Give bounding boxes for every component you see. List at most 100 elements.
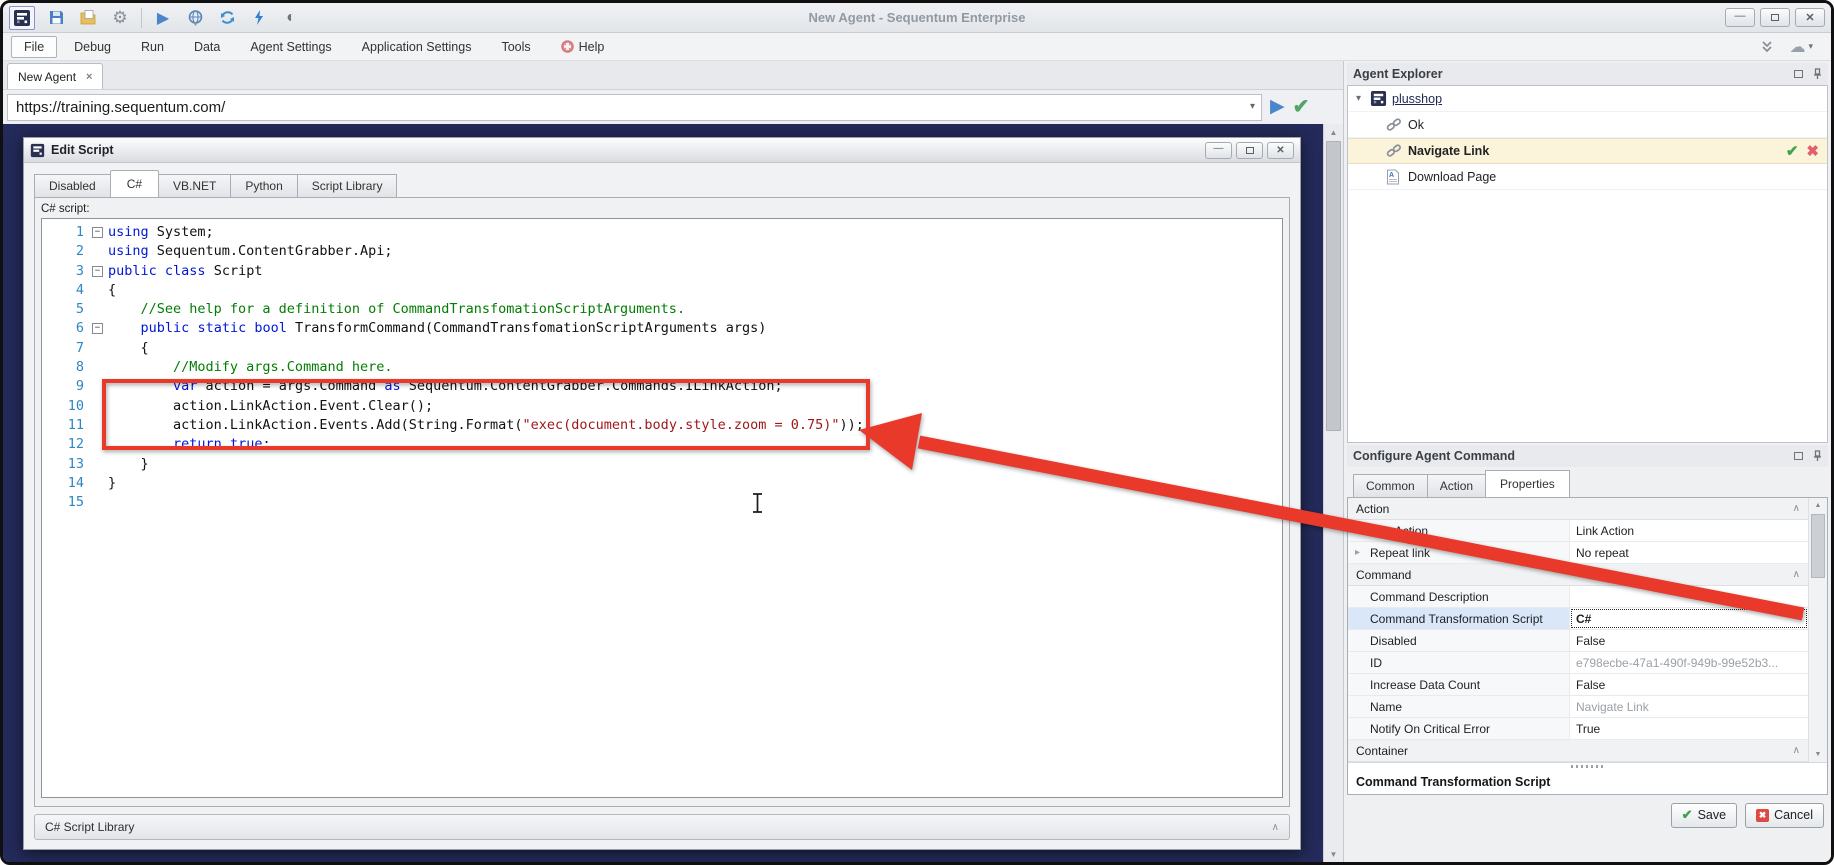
property-row-repeat-link[interactable]: ▸Repeat linkNo repeat — [1348, 542, 1808, 564]
close-button[interactable]: ✕ — [1795, 8, 1825, 27]
property-group-container[interactable]: Container∧ — [1348, 740, 1808, 762]
tab-new-agent[interactable]: New Agent × — [7, 63, 103, 89]
property-value[interactable]: C#▾ — [1570, 608, 1808, 629]
app-logo-button[interactable] — [9, 6, 35, 30]
fold-collapse-icon[interactable]: − — [92, 323, 103, 334]
property-row-notify-on-critical-error[interactable]: Notify On Critical ErrorTrue — [1348, 718, 1808, 740]
code-line-7[interactable]: 7 { — [42, 339, 1282, 358]
maximize-panel-icon[interactable] — [1794, 452, 1803, 460]
tab-vb-net[interactable]: VB.NET — [158, 174, 231, 197]
activity-button[interactable] — [246, 6, 272, 30]
scroll-up-icon[interactable]: ▲ — [1324, 124, 1343, 140]
code-line-1[interactable]: 1−using System; — [42, 223, 1282, 242]
script-library-bar[interactable]: C# Script Library ∧ — [34, 814, 1290, 840]
fold-collapse-icon[interactable]: − — [92, 266, 103, 277]
scroll-up-icon[interactable]: ▲ — [1809, 498, 1827, 513]
open-button[interactable] — [75, 6, 101, 30]
code-line-5[interactable]: 5 //See help for a definition of Command… — [42, 300, 1282, 319]
run-button[interactable]: ▶ — [150, 6, 176, 30]
property-value[interactable]: Link Action — [1570, 520, 1808, 541]
code-line-3[interactable]: 3−public class Script — [42, 262, 1282, 281]
collapse-ribbon-icon[interactable] — [1759, 40, 1775, 54]
code-line-11[interactable]: 11 action.LinkAction.Events.Add(String.F… — [42, 416, 1282, 435]
property-group-action[interactable]: Action∧ — [1348, 498, 1808, 520]
maximize-button[interactable] — [1760, 8, 1790, 27]
fold-collapse-icon[interactable]: − — [92, 227, 103, 238]
property-value[interactable]: False — [1570, 674, 1808, 695]
tree-node-ok[interactable]: Ok — [1348, 112, 1827, 138]
code-line-15[interactable]: 15 — [42, 493, 1282, 512]
navigate-button[interactable]: ▶ — [1270, 97, 1285, 117]
code-line-12[interactable]: 12 return true; — [42, 435, 1282, 454]
address-input[interactable] — [7, 94, 1262, 121]
code-line-9[interactable]: 9 var action = args.Command as Sequentum… — [42, 377, 1282, 396]
menu-item-agent-settings[interactable]: Agent Settings — [237, 36, 344, 58]
scroll-down-icon[interactable]: ▼ — [1324, 846, 1343, 862]
property-row-command-transformation-script[interactable]: Command Transformation ScriptC#▾ — [1348, 608, 1808, 630]
tab-common[interactable]: Common — [1353, 474, 1428, 497]
dialog-minimize-button[interactable]: — — [1205, 142, 1232, 159]
tab-csharp[interactable]: C# — [110, 170, 159, 197]
property-row-disabled[interactable]: DisabledFalse — [1348, 630, 1808, 652]
property-value[interactable]: No repeat — [1570, 542, 1808, 563]
expand-right-icon[interactable]: ▸ — [1355, 525, 1360, 536]
tab-properties[interactable]: Properties — [1485, 470, 1570, 497]
splitter-handle[interactable] — [1348, 762, 1827, 769]
code-line-13[interactable]: 13 } — [42, 455, 1282, 474]
save-button[interactable] — [43, 6, 69, 30]
settings-button[interactable]: ⚙ — [107, 6, 133, 30]
tab-script-library[interactable]: Script Library — [297, 174, 398, 197]
dialog-maximize-button[interactable] — [1236, 142, 1263, 159]
maximize-panel-icon[interactable] — [1794, 70, 1803, 78]
dropdown-caret-icon[interactable]: ▾ — [1798, 613, 1803, 624]
scrollbar-thumb[interactable] — [1811, 514, 1825, 578]
minimize-button[interactable]: — — [1725, 8, 1755, 27]
pin-icon[interactable] — [1813, 450, 1822, 462]
cancel-button[interactable]: ✖ Cancel — [1745, 803, 1824, 828]
scroll-down-icon[interactable]: ▼ — [1809, 747, 1827, 762]
code-line-10[interactable]: 10 action.LinkAction.Event.Clear(); — [42, 397, 1282, 416]
pin-icon[interactable] — [1813, 68, 1822, 80]
menu-item-file[interactable]: File — [11, 36, 57, 58]
menu-item-help[interactable]: Help — [548, 36, 618, 58]
property-row-command-description[interactable]: Command Description — [1348, 586, 1808, 608]
code-line-14[interactable]: 14} — [42, 474, 1282, 493]
tree-node-download-page[interactable]: A Download Page — [1348, 164, 1827, 190]
property-row-increase-data-count[interactable]: Increase Data CountFalse — [1348, 674, 1808, 696]
address-dropdown-icon[interactable]: ▾ — [1250, 101, 1255, 112]
menu-item-run[interactable]: Run — [128, 36, 177, 58]
property-value[interactable]: Navigate Link — [1570, 696, 1808, 717]
apply-button[interactable]: ✔ — [1293, 97, 1310, 118]
dialog-close-button[interactable]: ✕ — [1267, 142, 1294, 159]
browser-button[interactable] — [182, 6, 208, 30]
property-value[interactable]: True — [1570, 718, 1808, 739]
tab-close-icon[interactable]: × — [86, 71, 92, 83]
tab-action[interactable]: Action — [1427, 474, 1486, 497]
menu-item-application-settings[interactable]: Application Settings — [349, 36, 485, 58]
menu-item-data[interactable]: Data — [181, 36, 233, 58]
property-value[interactable]: e798ecbe-47a1-490f-949b-99e52b3... — [1570, 652, 1808, 673]
theme-button[interactable]: ◐ — [278, 6, 304, 30]
chevron-up-icon[interactable]: ∧ — [1272, 822, 1279, 833]
collapse-group-icon[interactable]: ∧ — [1793, 569, 1808, 580]
code-line-2[interactable]: 2using Sequentum.ContentGrabber.Api; — [42, 242, 1282, 261]
property-grid-scrollbar[interactable]: ▲ ▼ — [1808, 498, 1827, 762]
code-line-8[interactable]: 8 //Modify args.Command here. — [42, 358, 1282, 377]
refresh-button[interactable] — [214, 6, 240, 30]
property-value[interactable] — [1570, 586, 1808, 607]
dialog-title-bar[interactable]: Edit Script — ✕ — [24, 138, 1300, 163]
tab-python[interactable]: Python — [230, 174, 297, 197]
cloud-menu[interactable]: ☁ ▾ — [1789, 37, 1813, 57]
code-line-6[interactable]: 6− public static bool TransformCommand(C… — [42, 319, 1282, 338]
property-group-command[interactable]: Command∧ — [1348, 564, 1808, 586]
menu-item-tools[interactable]: Tools — [488, 36, 543, 58]
menu-item-debug[interactable]: Debug — [61, 36, 124, 58]
property-row-link-action[interactable]: ▸Link ActionLink Action — [1348, 520, 1808, 542]
expand-right-icon[interactable]: ▸ — [1355, 547, 1360, 558]
code-editor[interactable]: 1−using System;2using Sequentum.ContentG… — [41, 218, 1283, 798]
property-row-name[interactable]: NameNavigate Link — [1348, 696, 1808, 718]
scrollbar-thumb[interactable] — [1326, 141, 1341, 431]
property-row-id[interactable]: IDe798ecbe-47a1-490f-949b-99e52b3... — [1348, 652, 1808, 674]
code-line-4[interactable]: 4{ — [42, 281, 1282, 300]
tab-disabled[interactable]: Disabled — [34, 174, 111, 197]
